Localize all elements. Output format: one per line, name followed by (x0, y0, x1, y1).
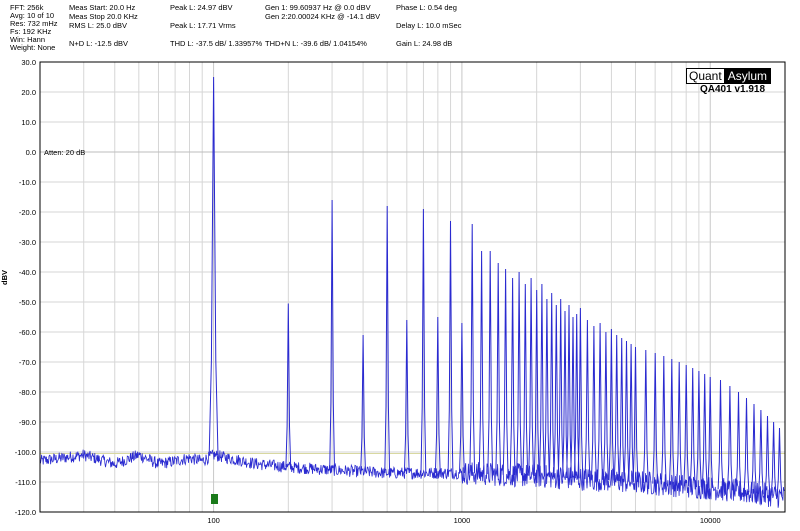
logo-asylum-text: Asylum (723, 68, 772, 84)
y-tick-label: -90.0 (19, 418, 36, 427)
y-tick-labels: 30.0 20.0 10.0 0.0 -10.0 -20.0 -30.0 -40.0 -50.0… (15, 58, 36, 517)
harmonic-peak (487, 250, 494, 475)
harmonic-peak (628, 343, 634, 482)
attenuation-annotation: Atten: 20 dB (44, 148, 86, 157)
y-tick-label: 0.0 (26, 148, 36, 157)
harmonic-peak (701, 373, 708, 488)
harmonic-peak (553, 304, 560, 478)
quantasylum-logo: Quant Asylum (686, 68, 772, 84)
harmonic-peak (642, 349, 649, 483)
harmonic-peak (509, 277, 516, 476)
logo-quant-text: Quant (686, 68, 725, 84)
harmonic-peak (557, 298, 564, 478)
harmonic-peak (502, 268, 509, 475)
harmonic-peak (764, 415, 771, 495)
harmonic-peak (689, 367, 696, 487)
y-axis-label: dBV (0, 270, 9, 285)
harmonic-peak (548, 292, 555, 477)
spectrum-plot: 30.0 20.0 10.0 0.0 -10.0 -20.0 -30.0 -40.0 -50.0… (15, 58, 786, 525)
harmonic-peak (618, 337, 625, 482)
harmonic-peak (544, 298, 550, 477)
harmonic-peak (676, 361, 683, 486)
y-tick-label: -20.0 (19, 208, 36, 217)
harmonic-peak (539, 283, 545, 477)
x-tick-label: 10000 (700, 516, 721, 525)
x-tick-label: 100 (207, 516, 220, 525)
harmonic-peak (495, 262, 502, 475)
harmonic-peak (528, 277, 534, 476)
version-label: QA401 v1.918 (700, 84, 766, 95)
y-tick-label: -50.0 (19, 298, 36, 307)
harmonic-peak (717, 379, 724, 490)
harmonic-peak (469, 223, 476, 474)
y-tick-label: -40.0 (19, 268, 36, 277)
harmonic-peak (591, 325, 597, 480)
x-tick-labels: 100 1000 10000 (207, 516, 720, 525)
y-tick-label: -60.0 (19, 328, 36, 337)
harmonic-peak (584, 319, 591, 480)
y-tick-label: -110.0 (15, 478, 36, 487)
spectrum-trace (39, 76, 786, 508)
harmonic-peak (660, 355, 667, 485)
y-tick-label: -80.0 (19, 388, 36, 397)
y-tick-label: -30.0 (19, 238, 36, 247)
y-tick-label: 10.0 (21, 118, 36, 127)
harmonic-peak (562, 310, 568, 478)
x-tick-label: 1000 (454, 516, 471, 525)
harmonic-peak (522, 283, 529, 476)
harmonic-peak (743, 397, 750, 493)
harmonic-peak (735, 391, 742, 492)
harmonic-peak (776, 427, 783, 497)
y-tick-label: 30.0 (21, 58, 36, 67)
y-tick-label: -120.0 (15, 508, 36, 517)
y-tick-label: -100.0 (15, 448, 36, 457)
harmonic-peak (603, 331, 609, 481)
generator-marker[interactable] (211, 494, 218, 504)
y-tick-label: -10.0 (19, 178, 36, 187)
harmonic-peak (613, 334, 620, 481)
y-tick-label: 20.0 (21, 88, 36, 97)
y-tick-label: -70.0 (19, 358, 36, 367)
harmonic-peak (597, 322, 603, 480)
harmonic-peak (770, 421, 777, 496)
harmonic-peak (751, 403, 757, 494)
harmonic-peak (727, 385, 733, 491)
